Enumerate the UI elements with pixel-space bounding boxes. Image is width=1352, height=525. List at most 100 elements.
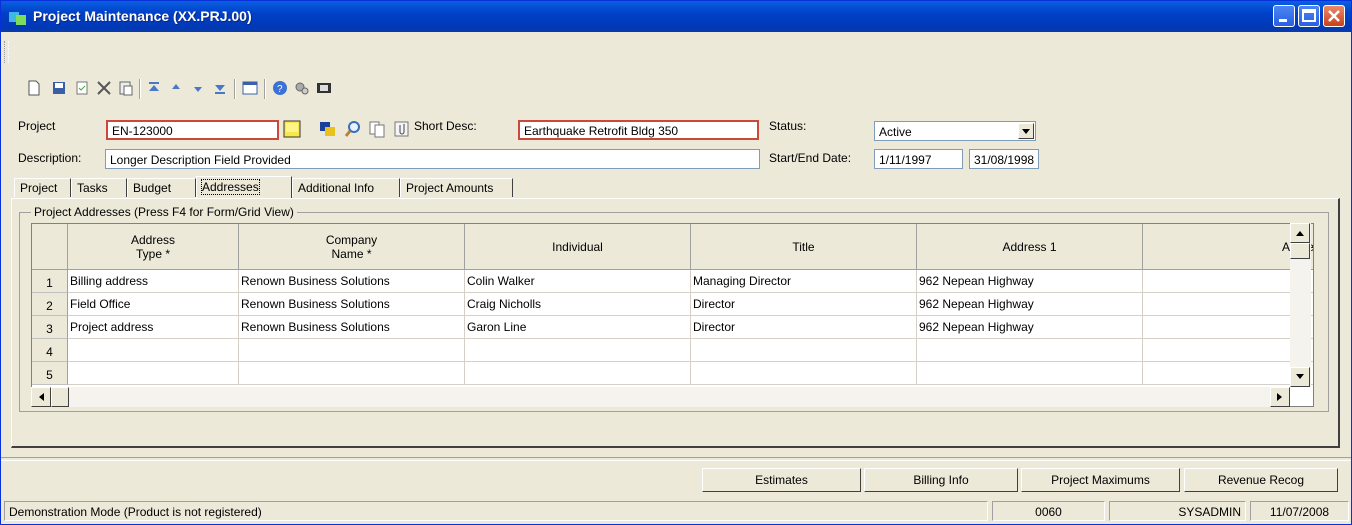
tab-budget[interactable]: Budget	[127, 178, 196, 197]
row-number[interactable]: 3	[32, 316, 68, 339]
cell-individual[interactable]	[465, 362, 691, 385]
cell-company-name[interactable]: Renown Business Solutions	[239, 293, 465, 316]
minimize-button[interactable]	[1273, 5, 1295, 27]
close-button[interactable]	[1323, 5, 1345, 27]
project-maximums-button[interactable]: Project Maximums	[1021, 468, 1180, 492]
cell-company-name[interactable]	[239, 339, 465, 362]
toolbar-separator	[264, 79, 266, 99]
delete-icon[interactable]	[95, 79, 113, 97]
save-icon[interactable]	[50, 79, 68, 97]
screen-icon[interactable]	[315, 79, 333, 97]
start-date-field[interactable]: 1/11/1997	[874, 149, 963, 169]
maximize-button[interactable]	[1298, 5, 1320, 27]
cell-address-1[interactable]: 962 Nepean Highway	[917, 293, 1143, 316]
cell-individual[interactable]	[465, 339, 691, 362]
next-record-icon[interactable]	[189, 79, 207, 97]
tab-tasks[interactable]: Tasks	[71, 178, 127, 197]
end-date-field[interactable]: 31/08/1998	[969, 149, 1039, 169]
cell-address-1[interactable]: 962 Nepean Highway	[917, 316, 1143, 339]
tab-project-amounts[interactable]: Project Amounts	[400, 178, 513, 197]
previous-record-icon[interactable]	[167, 79, 185, 97]
tab-project[interactable]: Project	[14, 178, 71, 197]
last-record-icon[interactable]	[211, 79, 229, 97]
status-dropdown[interactable]: Active	[874, 121, 1036, 141]
cell-address-1[interactable]	[917, 339, 1143, 362]
cell-individual[interactable]: Craig Nicholls	[465, 293, 691, 316]
scroll-right-button[interactable]	[1270, 387, 1290, 407]
cell-address-type[interactable]	[68, 339, 239, 362]
cell-title[interactable]: Director	[691, 316, 917, 339]
cell-address-type[interactable]: Billing address	[68, 270, 239, 293]
copy-record-icon[interactable]	[73, 79, 91, 97]
cell-title[interactable]	[691, 339, 917, 362]
documents-icon[interactable]	[368, 120, 386, 138]
status-dropdown-button[interactable]	[1018, 123, 1034, 139]
status-message: Demonstration Mode (Product is not regis…	[4, 501, 988, 521]
short-desc-field[interactable]: Earthquake Retrofit Bldg 350	[518, 120, 759, 140]
project-label: Project	[18, 119, 56, 133]
header-address-2[interactable]: Address 2	[1143, 224, 1313, 270]
cell-address-type[interactable]: Project address	[68, 316, 239, 339]
row-number[interactable]: 4	[32, 339, 68, 362]
header-company-name[interactable]: Company Name *	[239, 224, 465, 270]
tab-tasks-label: Tasks	[77, 181, 108, 195]
header-individual[interactable]: Individual	[465, 224, 691, 270]
tab-project-amounts-label: Project Amounts	[406, 181, 494, 195]
tab-budget-label: Budget	[133, 181, 172, 195]
cell-address-type[interactable]	[68, 362, 239, 385]
row-number[interactable]: 2	[32, 293, 68, 316]
cell-company-name[interactable]: Renown Business Solutions	[239, 316, 465, 339]
row-number[interactable]: 1	[32, 270, 68, 293]
form-view-icon[interactable]	[241, 79, 259, 97]
cell-address-1[interactable]: 962 Nepean Highway	[917, 270, 1143, 293]
header-address-1[interactable]: Address 1	[917, 224, 1143, 270]
estimates-button[interactable]: Estimates	[702, 468, 861, 492]
title-bar[interactable]: Project Maintenance (XX.PRJ.00)	[1, 1, 1351, 32]
tab-additional-info[interactable]: Additional Info	[292, 178, 400, 197]
attachments-icon[interactable]	[393, 120, 411, 138]
row-number[interactable]: 5	[32, 362, 68, 385]
tab-addresses[interactable]: Addresses	[196, 176, 292, 198]
first-record-icon[interactable]	[145, 79, 163, 97]
cell-address-1[interactable]	[917, 362, 1143, 385]
new-icon[interactable]	[25, 79, 43, 97]
header-title[interactable]: Title	[691, 224, 917, 270]
project-field[interactable]: EN-123000	[106, 120, 279, 140]
addresses-grid[interactable]: Address Type * Company Name * Individual…	[31, 223, 1314, 407]
scroll-down-button[interactable]	[1290, 367, 1310, 387]
cell-company-name[interactable]: Renown Business Solutions	[239, 270, 465, 293]
scroll-left-button[interactable]	[31, 387, 51, 407]
grid-vertical-scrollbar[interactable]	[1290, 223, 1311, 387]
help-icon[interactable]: ?	[271, 79, 289, 97]
scroll-up-button[interactable]	[1290, 223, 1310, 243]
paste-icon[interactable]	[117, 79, 135, 97]
arrow-right-icon	[1277, 393, 1282, 401]
copy-icon[interactable]	[319, 120, 337, 138]
cell-address-2[interactable]	[1143, 362, 1313, 385]
toolbar-grip[interactable]	[4, 41, 9, 63]
cell-title[interactable]: Director	[691, 293, 917, 316]
billing-info-button[interactable]: Billing Info	[864, 468, 1018, 492]
revenue-recog-button[interactable]: Revenue Recog	[1184, 468, 1338, 492]
grid-horizontal-scrollbar[interactable]	[31, 387, 1290, 407]
grid-corner[interactable]	[32, 224, 68, 270]
header-address-type[interactable]: Address Type *	[68, 224, 239, 270]
note-icon[interactable]	[283, 120, 301, 138]
cell-address-2[interactable]	[1143, 270, 1313, 293]
description-field[interactable]: Longer Description Field Provided	[105, 149, 760, 169]
cell-title[interactable]	[691, 362, 917, 385]
tab-project-label: Project	[20, 181, 58, 195]
chevron-down-icon	[1022, 129, 1030, 134]
scroll-thumb[interactable]	[1290, 243, 1310, 259]
cell-company-name[interactable]	[239, 362, 465, 385]
cell-address-2[interactable]	[1143, 339, 1313, 362]
cell-address-2[interactable]	[1143, 316, 1313, 339]
cell-address-type[interactable]: Field Office	[68, 293, 239, 316]
scroll-h-thumb[interactable]	[51, 387, 69, 407]
find-icon[interactable]	[344, 120, 362, 138]
cell-title[interactable]: Managing Director	[691, 270, 917, 293]
cell-individual[interactable]: Garon Line	[465, 316, 691, 339]
cell-address-2[interactable]	[1143, 293, 1313, 316]
cell-individual[interactable]: Colin Walker	[465, 270, 691, 293]
customize-icon[interactable]	[293, 79, 311, 97]
